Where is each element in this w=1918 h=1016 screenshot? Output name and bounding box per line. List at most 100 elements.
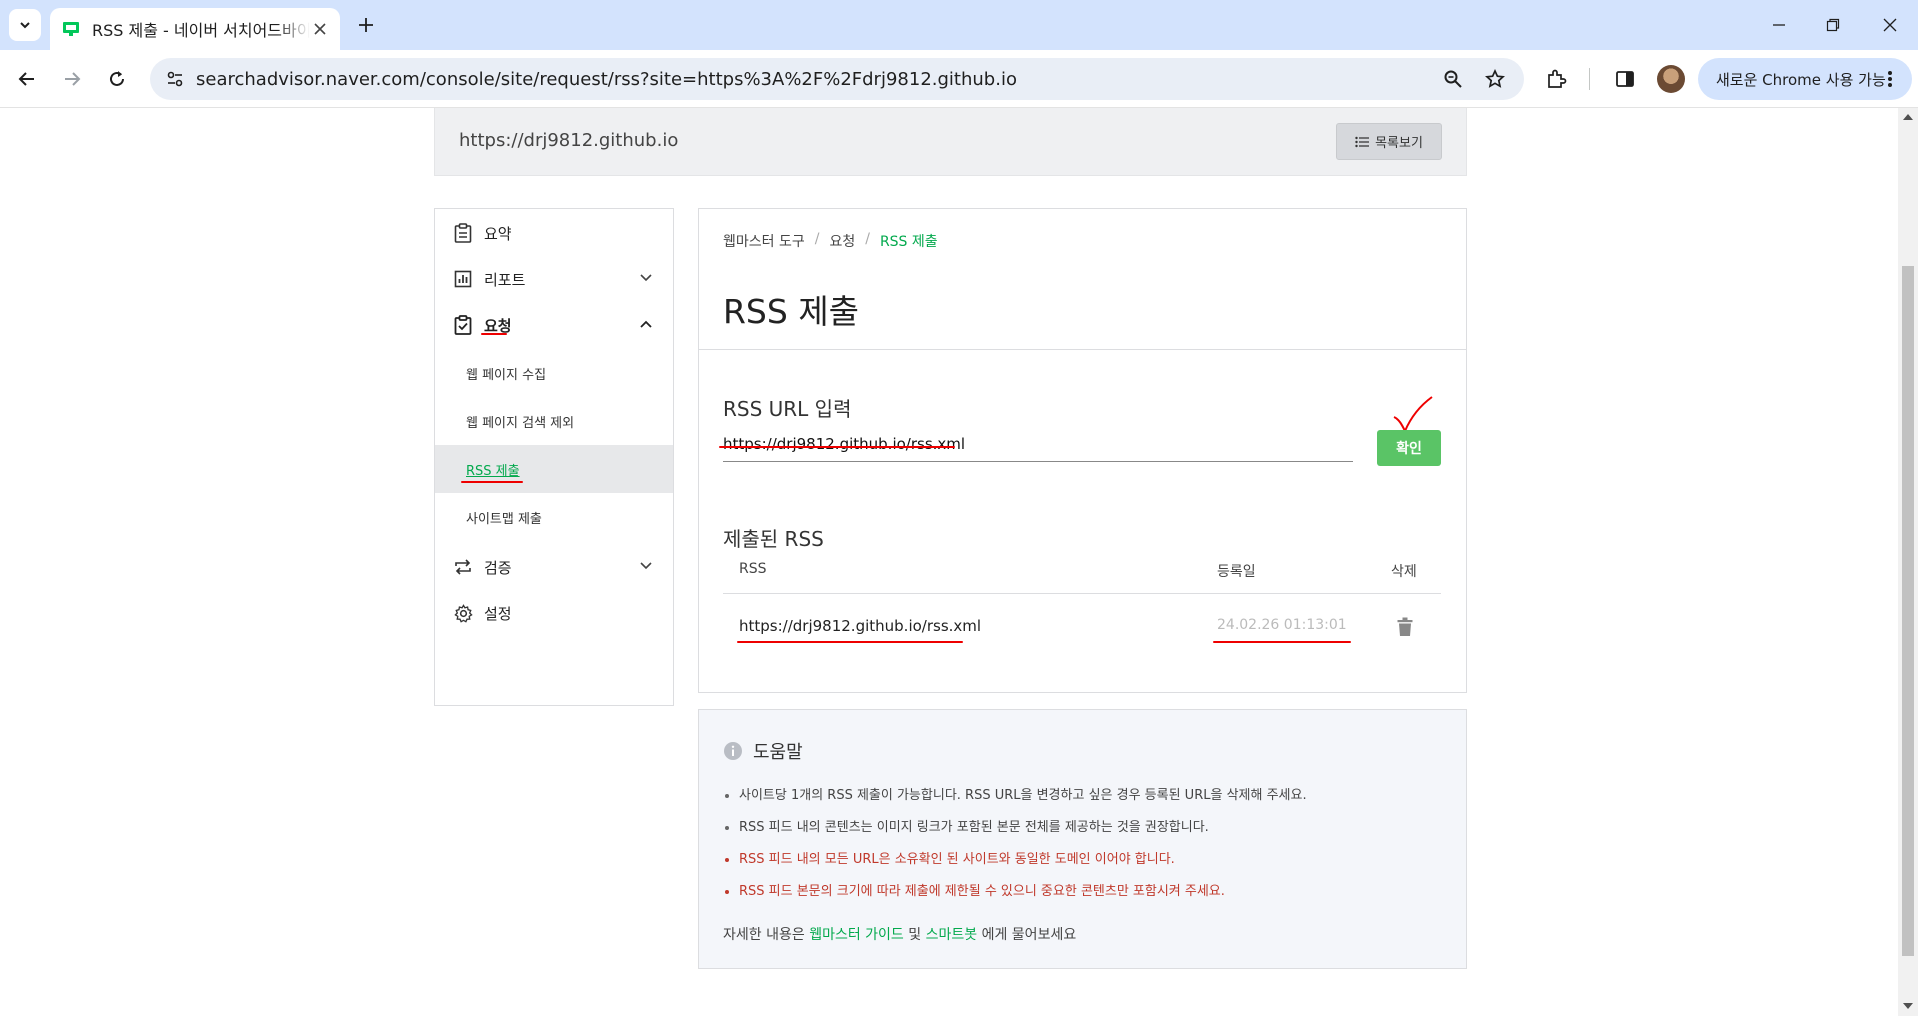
minimize-button[interactable] [1764,10,1794,40]
gear-icon [453,603,473,623]
rss-submit-card: 웹마스터 도구 / 요청 / RSS 제출 RSS 제출 RSS URL 입력 … [698,208,1467,693]
zoom-icon[interactable] [1440,66,1466,92]
browser-tab-bar: RSS 제출 - 네이버 서치어드바이저 [0,0,1918,50]
arrow-left-icon [18,72,34,86]
sidebar-subitem-rss-submit[interactable]: RSS 제출 [435,445,673,493]
plus-icon [359,18,373,32]
tab-search-button[interactable] [9,9,41,41]
delete-button[interactable] [1397,617,1415,637]
sidebar-subitem-page-exclude[interactable]: 웹 페이지 검색 제외 [435,397,673,445]
back-button[interactable] [11,63,43,95]
confirm-button[interactable]: 확인 [1377,430,1441,466]
breadcrumb-current: RSS 제출 [879,234,938,250]
breadcrumb-item[interactable]: 웹마스터 도구 [723,231,805,251]
annotation-underline [1213,641,1351,643]
sidebar-subitem-sitemap-submit[interactable]: 사이트맵 제출 [435,493,673,541]
scrollbar-thumb[interactable] [1902,266,1914,956]
help-title: 도움말 [723,738,803,764]
list-icon [1355,136,1370,147]
restore-icon [1826,18,1840,32]
sidebar-item-verify[interactable]: 검증 [435,543,673,591]
help-footer-suffix: 에게 물어보세요 [981,927,1077,943]
sidebar-item-report[interactable]: 리포트 [435,255,673,303]
table-row: https://drj9812.github.io/rss.xml 24.02.… [723,595,1441,661]
sidebar-item-label: 요약 [484,224,512,243]
clipboard-icon [453,223,473,243]
close-window-button[interactable] [1875,10,1905,40]
help-title-text: 도움말 [753,742,803,763]
site-info-icon[interactable] [160,64,190,94]
restore-button[interactable] [1818,10,1848,40]
help-list: 사이트당 1개의 RSS 제출이 가능합니다. RSS URL을 변경하고 싶은… [723,780,1443,908]
extensions-icon[interactable] [1542,65,1570,93]
chevron-down-icon [639,271,653,285]
smartbot-link[interactable]: 스마트봇 [926,927,978,943]
column-header-date: 등록일 [1217,564,1256,580]
rss-url-cell[interactable]: https://drj9812.github.io/rss.xml [739,617,981,635]
address-bar[interactable]: searchadvisor.naver.com/console/site/req… [150,58,1524,100]
breadcrumb-separator: / [865,231,870,247]
chevron-down-icon [20,22,30,29]
tab-title: RSS 제출 - 네이버 서치어드바이저 [92,21,310,40]
info-icon [724,742,742,760]
help-footer-and: 및 [908,927,922,943]
toolbar-divider [1589,68,1590,90]
list-view-button[interactable]: 목록보기 [1336,123,1442,160]
page-content: https://drj9812.github.io 목록보기 요약 리포트 요청… [0,108,1898,1016]
side-panel-icon[interactable] [1611,65,1639,93]
site-header-bar: https://drj9812.github.io 목록보기 [434,108,1467,176]
reload-icon [110,71,124,86]
more-menu-icon[interactable] [1880,68,1900,90]
sidebar-item-label: 검증 [484,558,512,577]
breadcrumb-separator: / [814,231,820,247]
chevron-down-icon [639,559,653,573]
column-header-delete: 삭제 [1391,564,1417,580]
webmaster-guide-link[interactable]: 웹마스터 가이드 [809,927,904,943]
sidebar-item-label: 설정 [484,604,512,623]
reload-button[interactable] [101,63,133,95]
url-text[interactable]: searchadvisor.naver.com/console/site/req… [196,69,1017,90]
rss-url-input[interactable] [723,426,1353,462]
annotation-underline [737,641,963,643]
bookmark-star-icon[interactable] [1482,66,1508,92]
help-item-warning: RSS 피드 내의 모든 URL은 소유확인 된 사이트와 동일한 도메인 이어… [723,844,1443,876]
rss-url-input-label: RSS URL 입력 [723,397,852,421]
scroll-up-arrow-icon[interactable] [1903,114,1913,120]
chrome-update-button[interactable]: 새로운 Chrome 사용 가능 [1698,58,1912,100]
help-item: 사이트당 1개의 RSS 제출이 가능합니다. RSS URL을 변경하고 싶은… [723,780,1443,812]
sidebar-item-request[interactable]: 요청 [435,301,673,349]
repeat-icon [453,557,473,577]
scroll-down-arrow-icon[interactable] [1903,1003,1913,1009]
sidebar-subitem-label: 사이트맵 제출 [466,511,542,527]
registered-date-cell: 24.02.26 01:13:01 [1217,617,1347,633]
annotation-underline [461,481,523,483]
searchadvisor-favicon-icon [63,22,79,36]
help-item: RSS 피드 내의 콘텐츠는 이미지 링크가 포함된 본문 전체를 제공하는 것… [723,812,1443,844]
sidebar-subitem-page-collect[interactable]: 웹 페이지 수집 [435,349,673,397]
submitted-rss-label: 제출된 RSS [723,527,824,551]
active-tab[interactable]: RSS 제출 - 네이버 서치어드바이저 [50,8,340,50]
column-header-rss: RSS [739,561,767,577]
help-item-warning: RSS 피드 본문의 크기에 따라 제출에 제한될 수 있으니 중요한 콘텐츠만… [723,876,1443,908]
sidebar-item-settings[interactable]: 설정 [435,589,673,637]
sidebar-subitem-label: 웹 페이지 수집 [466,367,547,383]
sidebar-item-summary[interactable]: 요약 [435,209,673,257]
page-title: RSS 제출 [723,292,860,331]
help-footer: 자세한 내용은 웹마스터 가이드 및 스마트봇 에게 물어보세요 [723,924,1076,944]
breadcrumb-item[interactable]: 요청 [829,231,855,251]
annotation-checkmark-icon [1393,396,1433,434]
arrow-right-icon [65,72,81,86]
new-tab-button[interactable] [352,11,380,39]
forward-button[interactable] [56,63,88,95]
help-box: 도움말 사이트당 1개의 RSS 제출이 가능합니다. RSS URL을 변경하… [698,709,1467,969]
rss-table-header: RSS 등록일 삭제 [723,549,1441,594]
sidebar-subitem-label: 웹 페이지 검색 제외 [466,415,575,431]
annotation-underline [719,446,955,448]
tab-close-icon[interactable] [310,19,330,39]
trash-icon [1397,617,1413,636]
site-url: https://drj9812.github.io [459,130,679,151]
profile-avatar[interactable] [1657,65,1685,93]
list-view-label: 목록보기 [1375,136,1423,151]
sidebar-item-label: 리포트 [484,270,526,289]
chevron-up-icon [639,317,653,331]
